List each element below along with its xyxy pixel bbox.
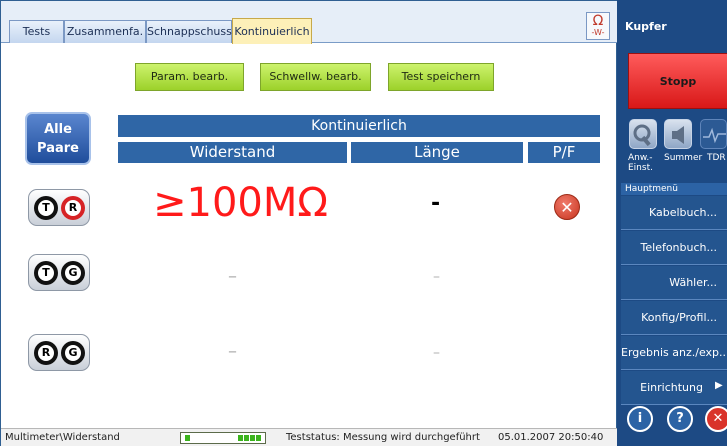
info-icon[interactable]: i	[627, 406, 653, 432]
ground-icon: G	[61, 261, 85, 285]
help-icon[interactable]: ?	[667, 406, 693, 432]
all-pairs-line1: Alle	[44, 122, 72, 137]
progress-segment	[244, 435, 249, 441]
speaker-icon[interactable]	[664, 119, 692, 149]
column-header-resistance: Widerstand	[118, 142, 347, 163]
ohm-sub-symbol: -W-	[591, 28, 605, 37]
ground-icon: G	[61, 341, 85, 365]
progress-bar	[180, 432, 266, 444]
ohm-symbol: Ω	[592, 13, 604, 29]
progress-segment	[250, 435, 255, 441]
edit-params-button[interactable]: Param. bearb.	[135, 63, 244, 91]
waveform-icon[interactable]	[700, 119, 727, 149]
column-header-length: Länge	[351, 142, 523, 163]
resistance-value-tg: –	[228, 266, 237, 287]
all-pairs-line2: Paare	[37, 141, 79, 156]
main-panel: Tests Zusammenfa. Schnappschuss Kontinui…	[0, 0, 618, 446]
pair-rg-button[interactable]: R G	[28, 334, 90, 371]
all-pairs-button[interactable]: Alle Paare	[25, 112, 91, 165]
resistance-value-tr: ≥100MΩ	[153, 180, 328, 226]
tab-bar: Tests Zusammenfa. Schnappschuss Kontinui…	[1, 1, 618, 44]
progress-segment	[238, 435, 243, 441]
pair-tg-button[interactable]: T G	[28, 254, 90, 291]
sidebar-title: Kupfer	[625, 20, 667, 33]
column-header-pf: P/F	[528, 142, 600, 163]
progress-segment	[185, 435, 190, 441]
tab-snapshot[interactable]: Schnappschuss	[146, 20, 232, 43]
table-title: Kontinuierlich	[118, 115, 600, 137]
edit-thresholds-button[interactable]: Schwellw. bearb.	[260, 63, 371, 91]
tip-icon: T	[34, 261, 58, 285]
resistance-value-rg: –	[228, 341, 237, 362]
test-status: Teststatus: Messung wird durchgeführt	[286, 432, 480, 443]
menu-setup[interactable]: Einrichtung	[621, 371, 727, 405]
stop-button[interactable]: Stopp	[628, 53, 727, 109]
fail-icon: ✕	[554, 194, 580, 220]
tab-tests[interactable]: Tests	[9, 20, 64, 43]
status-datetime: 05.01.2007 20:50:40	[498, 432, 604, 443]
tool-label-settings: Anw.- Einst.	[628, 153, 653, 173]
length-value-tr: -	[431, 191, 441, 216]
pair-tr-button[interactable]: T R	[28, 189, 90, 226]
right-sidebar: Kupfer Stopp Anw.- Einst. Summer TDR Hau…	[617, 0, 727, 446]
menu-cable-book[interactable]: Kabelbuch...	[621, 196, 727, 230]
main-menu-header: Hauptmenü	[621, 183, 727, 195]
wrench-icon[interactable]	[629, 119, 657, 149]
menu-phonebook[interactable]: Telefonbuch...	[621, 231, 727, 265]
tab-summary[interactable]: Zusammenfa.	[64, 20, 146, 43]
ring-icon: R	[34, 341, 58, 365]
length-value-rg: –	[433, 345, 440, 361]
app-window: Tests Zusammenfa. Schnappschuss Kontinui…	[0, 0, 727, 446]
tab-continuous[interactable]: Kontinuierlich	[232, 18, 312, 44]
save-test-button[interactable]: Test speichern	[388, 63, 494, 91]
length-value-tg: –	[433, 269, 440, 285]
menu-results-export[interactable]: Ergebnis anz./exp...	[621, 336, 727, 370]
chevron-right-icon: ▶	[715, 380, 723, 391]
ohm-icon[interactable]: Ω -W-	[586, 12, 610, 40]
menu-dialer[interactable]: Wähler...	[621, 266, 727, 300]
menu-setup-label: Einrichtung	[640, 381, 703, 394]
tip-icon: T	[34, 196, 58, 220]
status-bar: Multimeter\Widerstand Teststatus: Messun…	[1, 428, 618, 446]
tool-label-tdr: TDR	[707, 153, 726, 163]
progress-segment	[256, 435, 261, 441]
ring-icon: R	[61, 196, 85, 220]
tool-label-buzzer: Summer	[664, 153, 703, 163]
menu-config-profile[interactable]: Konfig/Profil...	[621, 301, 727, 335]
close-icon[interactable]: ✕	[705, 406, 727, 432]
status-path: Multimeter\Widerstand	[5, 432, 120, 443]
